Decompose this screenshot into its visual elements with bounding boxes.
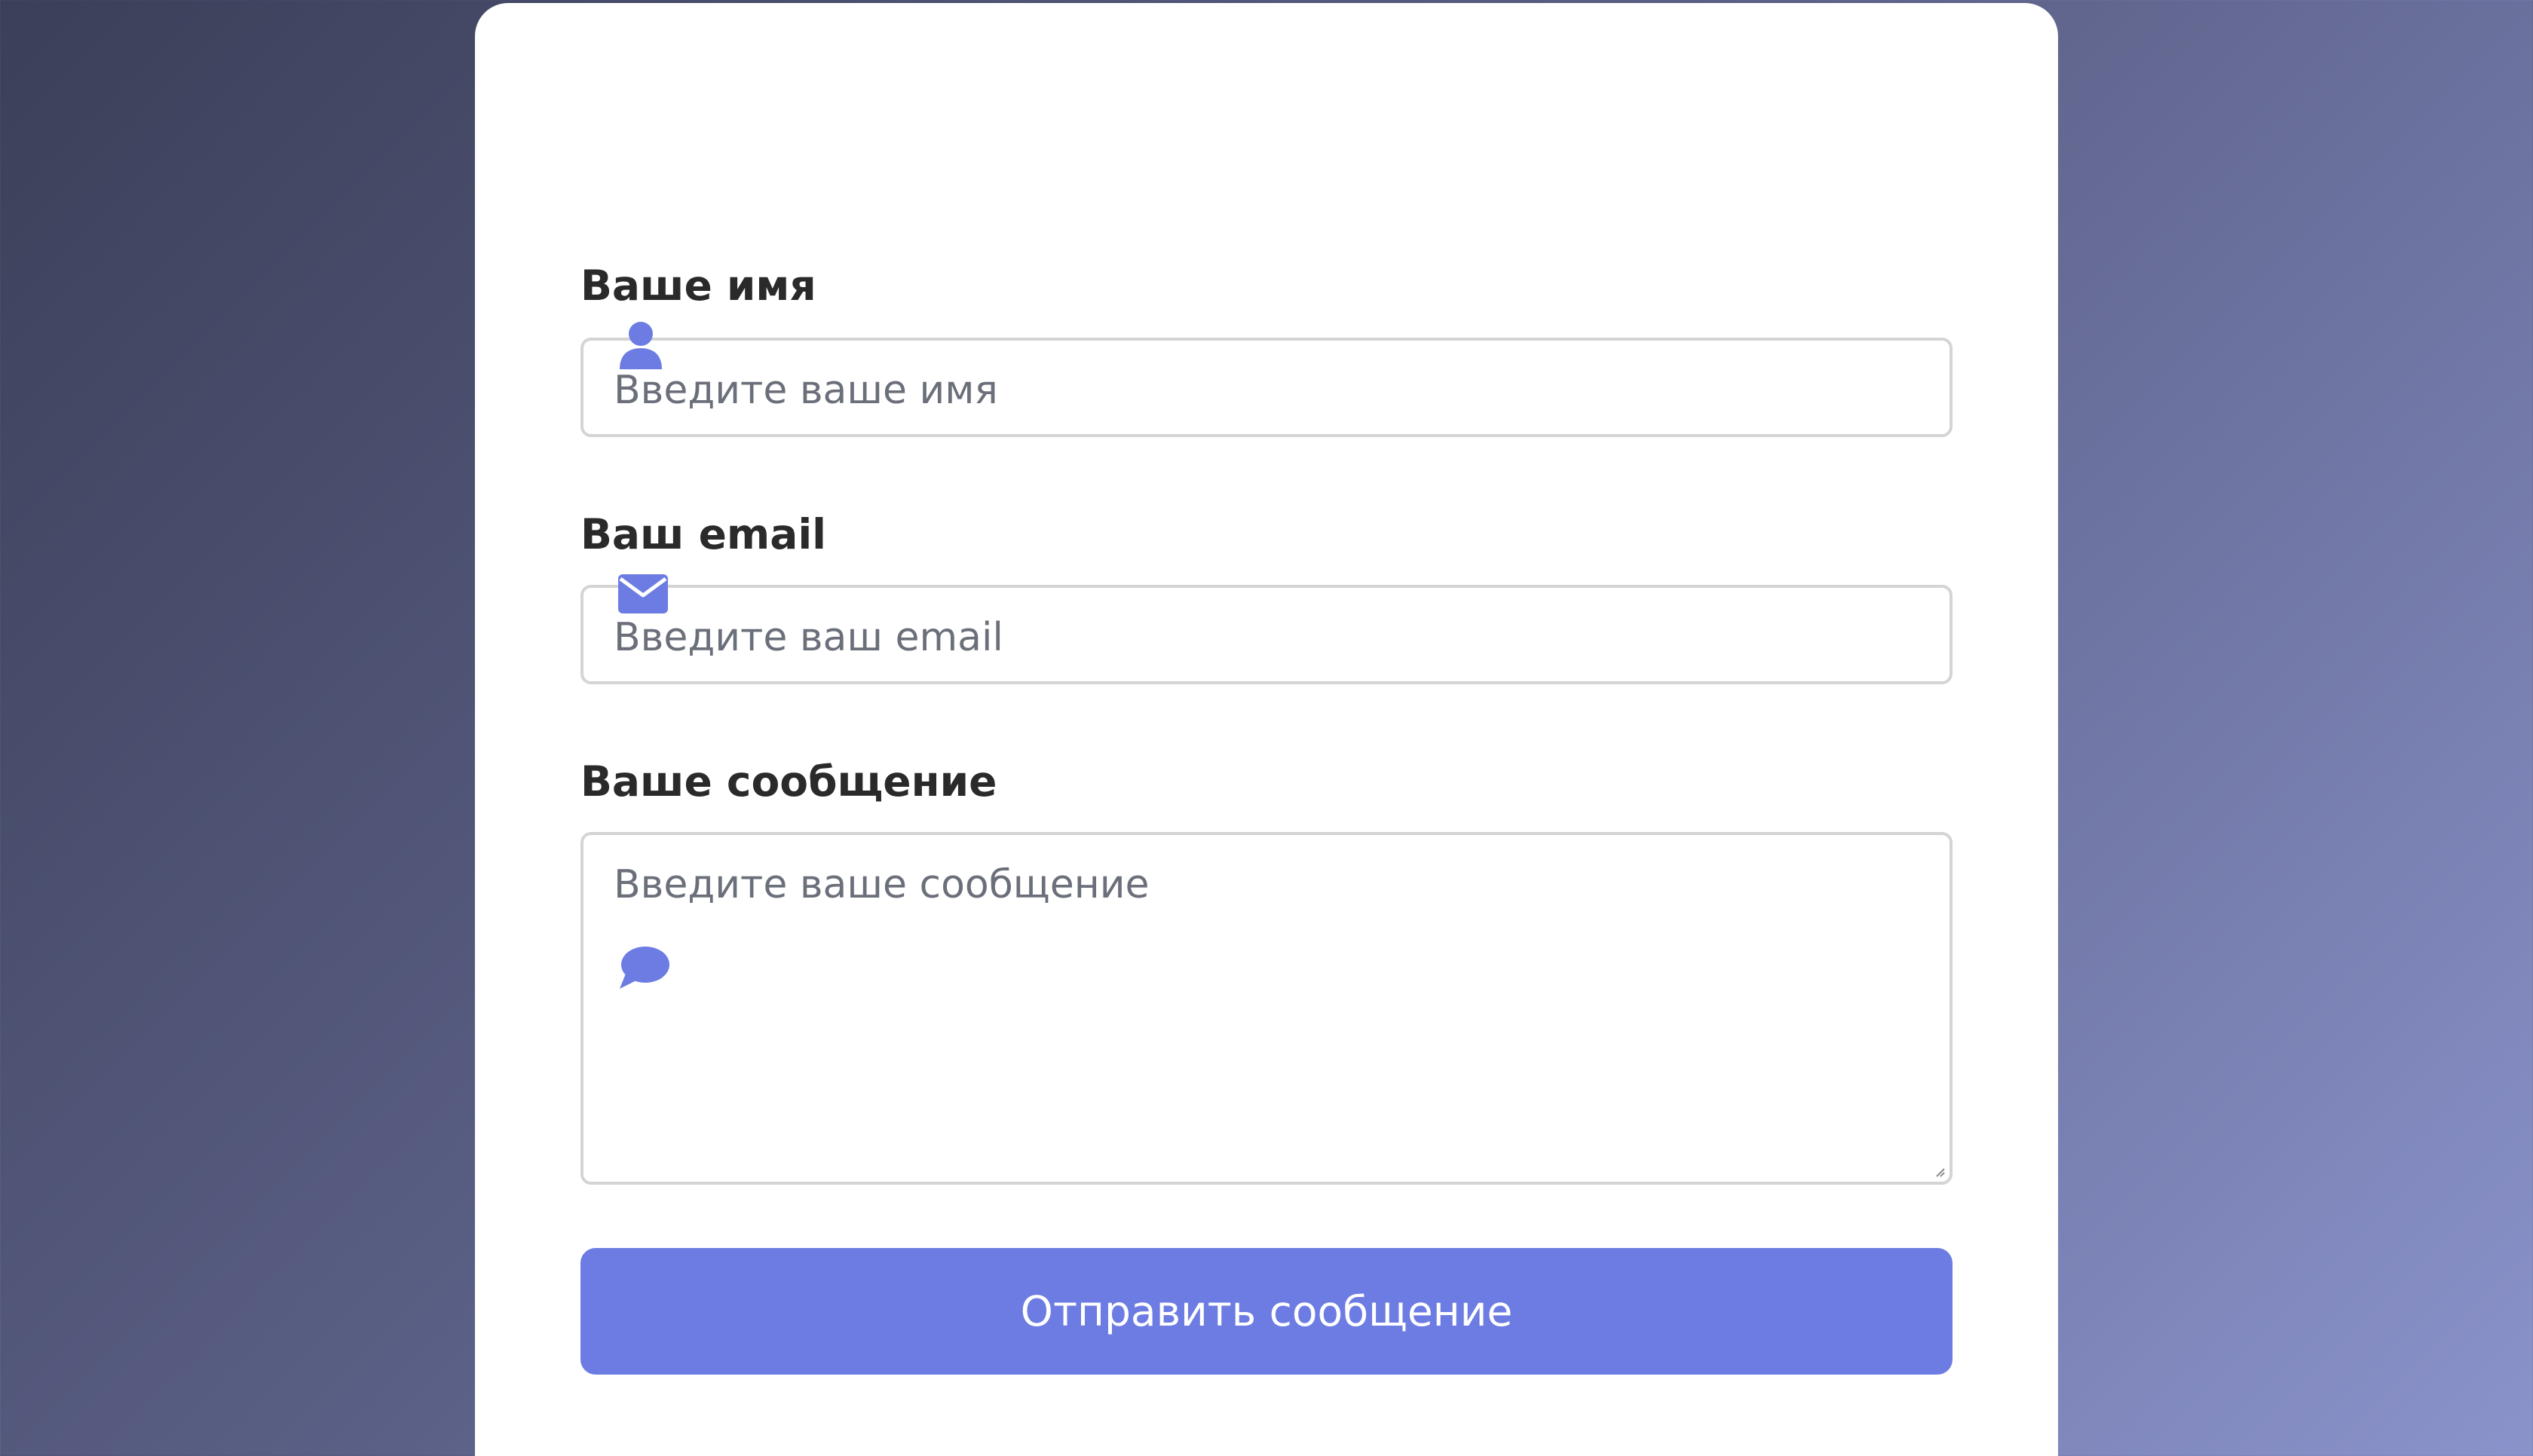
email-placeholder: Введите ваш email [614, 615, 1003, 660]
user-icon [620, 322, 662, 369]
email-label: Ваш email [580, 510, 827, 558]
name-placeholder: Введите ваше имя [614, 368, 998, 413]
name-input[interactable]: Введите ваше имя [580, 338, 1953, 437]
message-textarea[interactable]: Введите ваше сообщение [580, 832, 1953, 1185]
envelope-icon [618, 574, 668, 613]
resize-handle-icon[interactable] [1933, 1165, 1945, 1177]
email-input[interactable]: Введите ваш email [580, 585, 1953, 684]
message-placeholder: Введите ваше сообщение [614, 862, 1150, 907]
submit-button[interactable]: Отправить сообщение [580, 1248, 1953, 1375]
name-label: Ваше имя [580, 262, 816, 310]
speech-bubble-icon [620, 947, 669, 989]
message-label: Ваше сообщение [580, 757, 997, 806]
contact-form-card: Ваше имя Введите ваше имя Ваш email Введ… [475, 3, 2058, 1456]
